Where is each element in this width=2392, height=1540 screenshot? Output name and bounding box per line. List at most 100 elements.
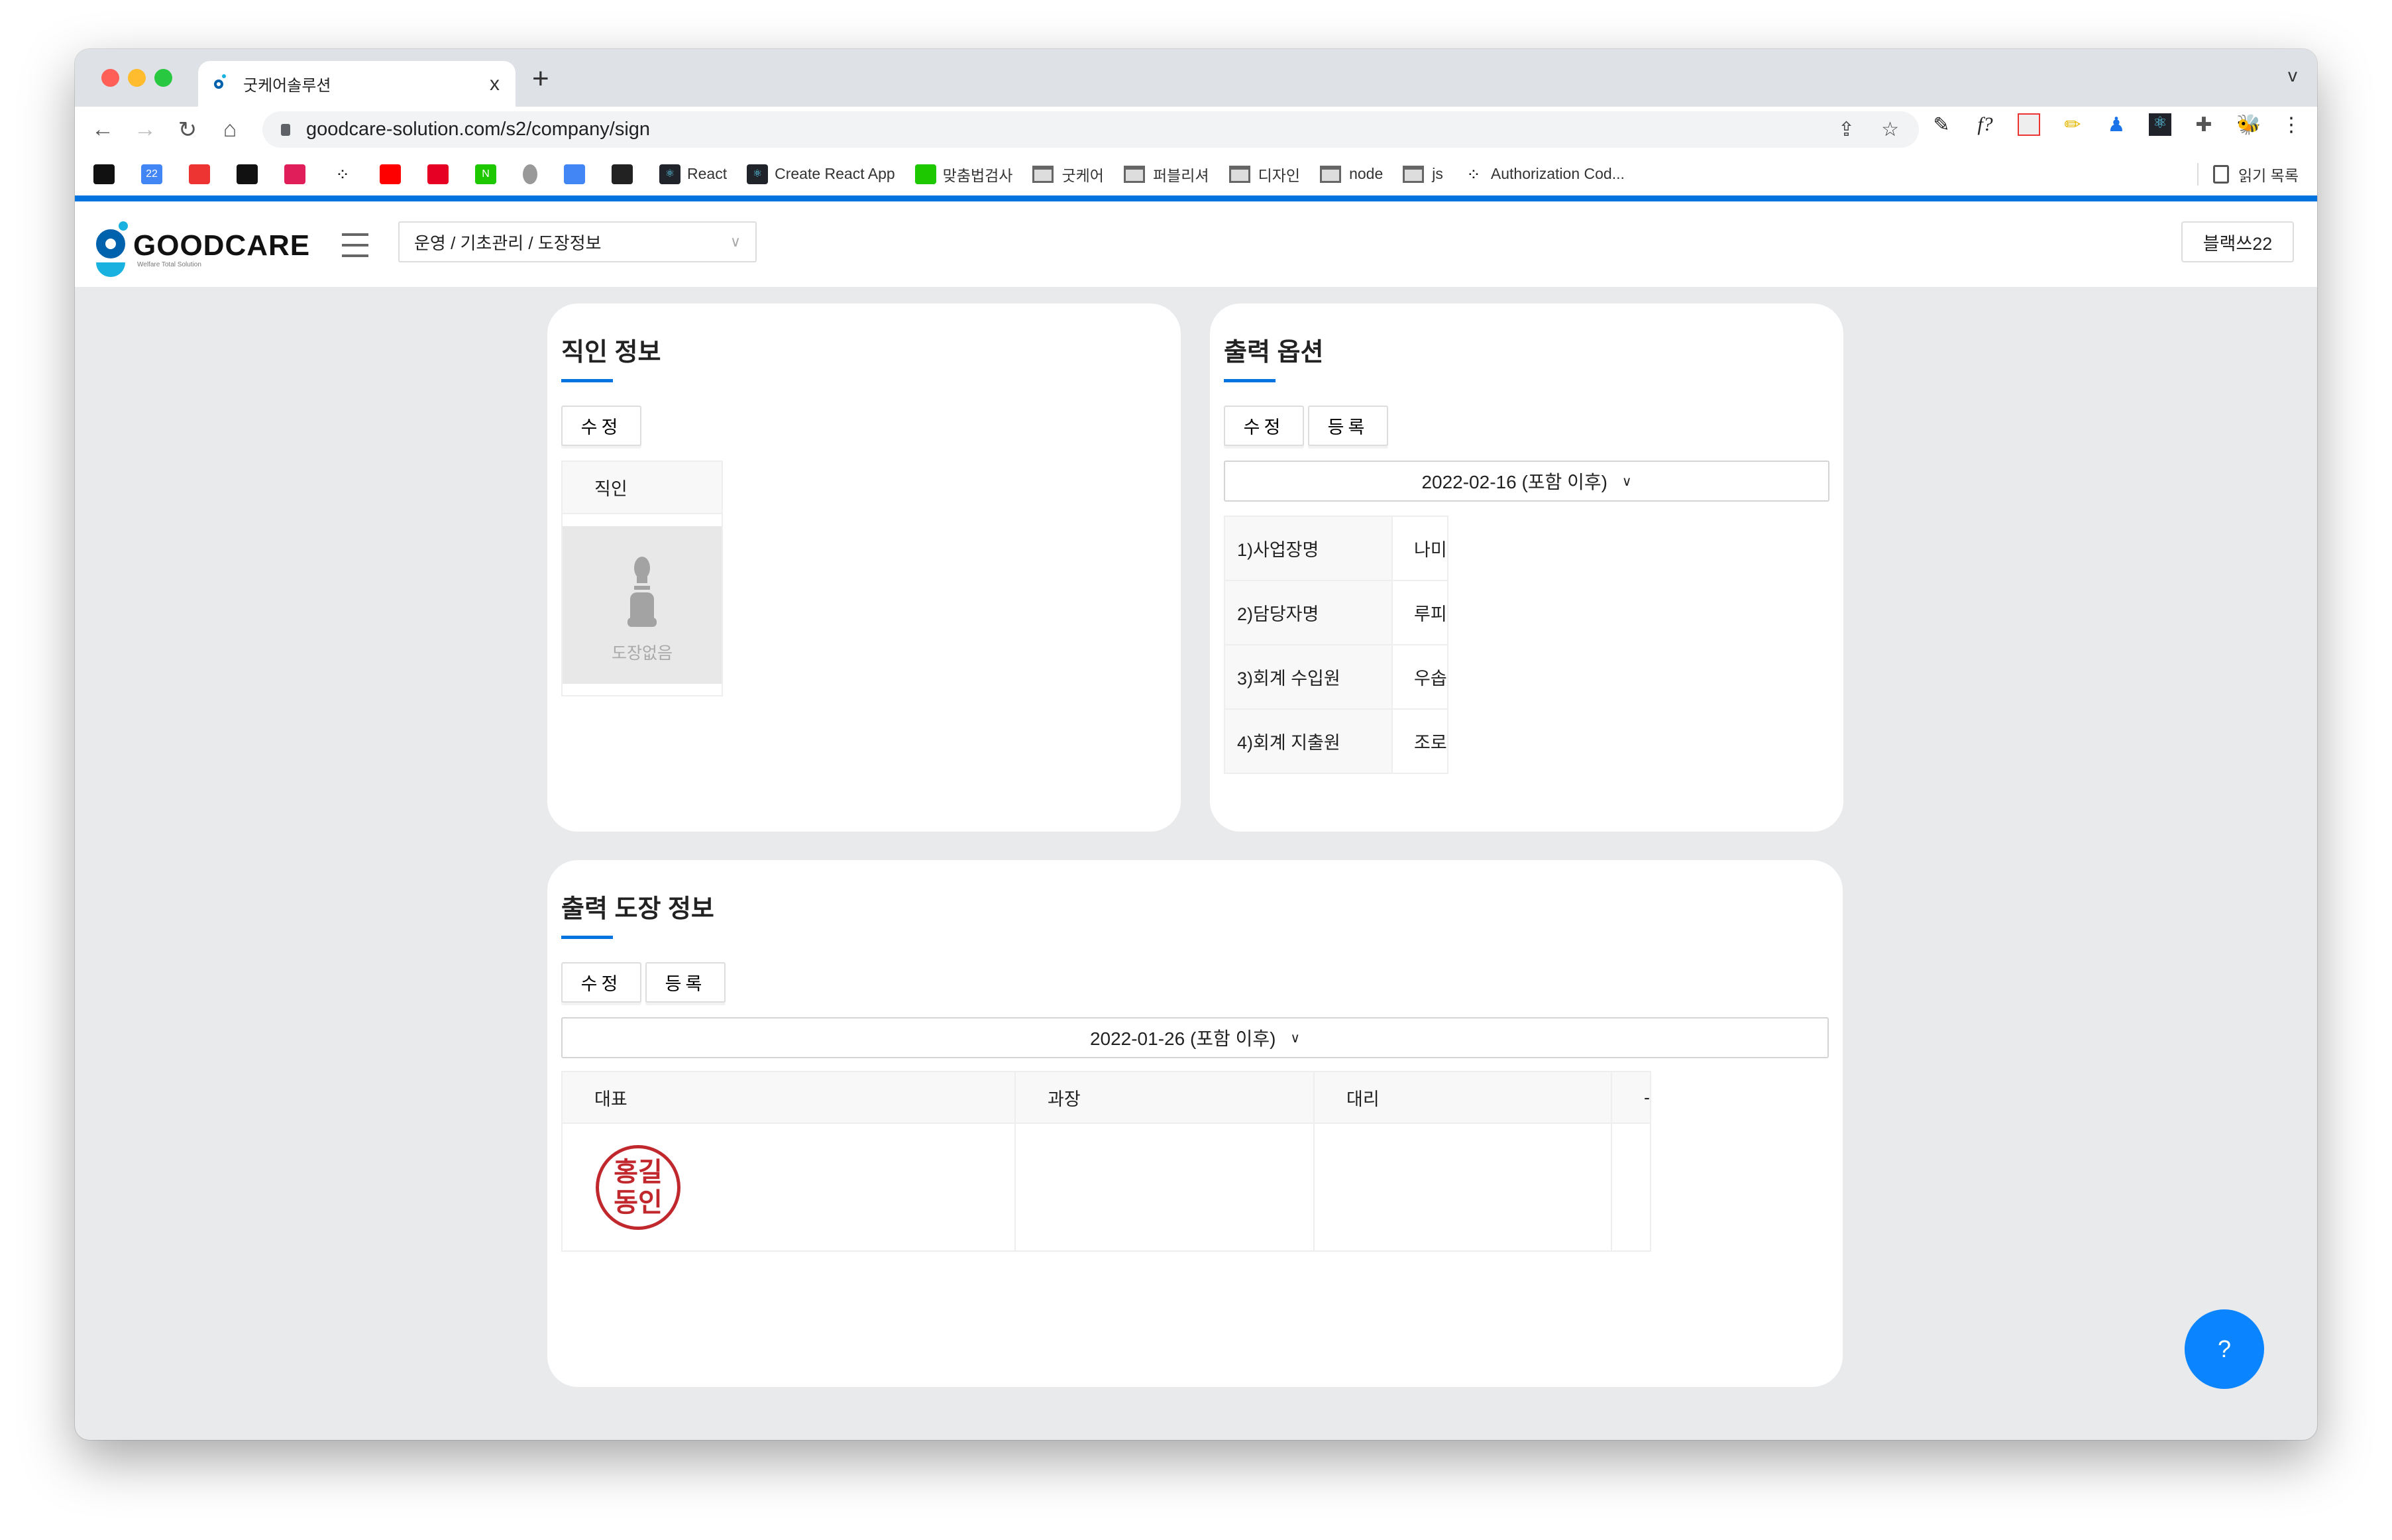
page-extension-icon[interactable] [2018, 113, 2040, 136]
extensions-puzzle-icon[interactable]: ✚ [2193, 113, 2215, 136]
stamp-cell [1014, 1123, 1315, 1252]
share-icon[interactable]: ⇪ [1838, 118, 1855, 141]
column-header: 대표 [561, 1071, 1016, 1124]
print-options-table: 1)사업장명 나미 2)담당자명 루피 3)회계 수입원 우솝 4)회계 지출원 조로 [1224, 516, 1448, 774]
bookmark-item[interactable] [380, 164, 408, 184]
bookmark-item[interactable] [237, 164, 264, 184]
bookmark-item[interactable]: node [1320, 165, 1383, 183]
bookmark-item[interactable]: ⁘ [332, 164, 360, 184]
seal-table: 직인 도장없음 [561, 461, 723, 696]
eyedropper-extension-icon[interactable]: ✎ [1930, 113, 1953, 136]
bookmark-item[interactable] [612, 164, 639, 184]
reload-icon[interactable]: ↻ [166, 117, 209, 143]
bookmark-item[interactable]: 퍼블리셔 [1123, 163, 1209, 186]
address-bar[interactable]: goodcare-solution.com/s2/company/sign ⇪ ☆ [262, 111, 1919, 148]
bookmark-item[interactable]: N [475, 164, 503, 184]
logo-subtitle: Welfare Total Solution [137, 261, 201, 268]
table-row: 4)회계 지출원 조로 [1224, 708, 1448, 774]
edit-button[interactable]: 수정 [1224, 406, 1304, 446]
url-text[interactable]: goodcare-solution.com/s2/company/sign [306, 119, 650, 140]
seal-column-header: 직인 [561, 461, 723, 514]
no-seal-label: 도장없음 [611, 643, 673, 663]
stamp-table: 대표 과장 대리 - 홍길 동인 [561, 1071, 1651, 1252]
naver-icon: N [475, 164, 496, 184]
bookmark-item[interactable]: js [1403, 165, 1443, 183]
date-select-value: 2022-02-16 (포함 이후) [1421, 472, 1607, 492]
breadcrumb-select[interactable]: 운영 / 기초관리 / 도장정보 ∨ [398, 221, 757, 262]
new-tab-button[interactable]: + [532, 62, 549, 95]
no-seal-placeholder: 도장없음 [563, 525, 722, 684]
bookmark-item[interactable]: ⚛ Create React App [747, 164, 895, 184]
app-icon [237, 164, 258, 184]
date-select[interactable]: 2022-01-26 (포함 이후) ∨ [561, 1017, 1829, 1058]
tab-goodcare[interactable]: 굿케어솔루션 x [198, 61, 516, 107]
bookmark-item[interactable] [189, 164, 217, 184]
maximize-window-button[interactable] [154, 69, 172, 87]
forward-arrow-icon[interactable]: → [124, 117, 166, 142]
react-devtools-icon[interactable]: ⚛ [2149, 113, 2171, 136]
folder-icon [1123, 165, 1145, 183]
title-underline [561, 379, 613, 382]
tab-search-chevron-icon[interactable]: v [2288, 65, 2297, 86]
goodcare-logo[interactable]: GOODCARE Welfare Total Solution [96, 221, 310, 277]
home-icon[interactable]: ⌂ [209, 117, 251, 142]
dots-icon: ⁘ [335, 164, 350, 184]
close-window-button[interactable] [101, 69, 119, 87]
stamp-cell: 홍길 동인 [561, 1123, 1016, 1252]
bookmark-item[interactable] [93, 164, 121, 184]
chevron-down-icon: ∨ [1621, 474, 1632, 489]
user-menu-button[interactable]: 블랙쓰22 [2181, 221, 2294, 262]
bookmark-item[interactable] [523, 164, 544, 184]
bookmark-item[interactable] [284, 164, 312, 184]
register-button[interactable]: 등록 [645, 962, 726, 1003]
column-header: 대리 [1313, 1071, 1612, 1124]
edit-button[interactable]: 수정 [561, 962, 641, 1003]
goodcare-logo-icon [96, 221, 129, 277]
hamburger-menu-icon[interactable] [342, 233, 368, 257]
tab-close-icon[interactable]: x [490, 73, 500, 95]
chart-extension-icon[interactable]: ♟ [2105, 113, 2128, 136]
table-row: 2)담당자명 루피 [1224, 580, 1448, 645]
table-row: 1)사업장명 나미 [1224, 516, 1448, 581]
bookmark-item[interactable]: 맞춤법검사 [914, 163, 1012, 186]
table-row: 3)회계 수입원 우솝 [1224, 644, 1448, 710]
minimize-window-button[interactable] [128, 69, 146, 87]
browser-window: 굿케어솔루션 x + v ← → ↻ ⌂ goodcare-solution.c… [75, 49, 2317, 1440]
bookmark-item[interactable] [427, 164, 455, 184]
edit-button[interactable]: 수정 [561, 406, 641, 446]
title-underline [561, 936, 613, 939]
column-header: - [1611, 1071, 1651, 1124]
title-underline [1224, 379, 1276, 382]
reading-list-button[interactable]: 읽기 목록 [2197, 162, 2299, 186]
folder-icon [1228, 165, 1250, 183]
tab-bar: 굿케어솔루션 x + v [75, 49, 2317, 107]
bookmark-label: 디자인 [1258, 166, 1301, 184]
bookmark-item[interactable]: ⚛ React [659, 164, 727, 184]
stamp-cell [1611, 1123, 1651, 1252]
option-label: 2)담당자명 [1224, 580, 1393, 645]
browser-menu-icon[interactable]: ⋮ [2280, 113, 2303, 136]
section-title: 출력 도장 정보 [561, 895, 714, 923]
bee-extension-icon[interactable]: 🐝 [2236, 113, 2261, 136]
bookmark-label: 퍼블리셔 [1152, 166, 1209, 184]
bookmark-item[interactable]: 디자인 [1228, 163, 1301, 186]
option-value: 나미 [1391, 516, 1448, 581]
chevron-down-icon: ∨ [730, 233, 741, 250]
register-button[interactable]: 등록 [1308, 406, 1388, 446]
date-select[interactable]: 2022-02-16 (포함 이후) ∨ [1224, 461, 1829, 502]
bookmark-star-icon[interactable]: ☆ [1881, 118, 1899, 141]
bookmark-item[interactable] [564, 164, 592, 184]
print-options-card: 출력 옵션 수정 등록 2022-02-16 (포함 이후) ∨ 1)사업장명 나… [1210, 303, 1843, 832]
bookmark-item[interactable]: 굿케어 [1032, 163, 1104, 186]
help-button[interactable]: ? [2185, 1309, 2264, 1389]
seal-cell: 도장없음 [561, 513, 723, 696]
back-arrow-icon[interactable]: ← [82, 117, 124, 142]
chevron-down-icon: ∨ [1290, 1030, 1301, 1046]
font-extension-icon[interactable]: f? [1974, 113, 1996, 136]
dots-icon: ⁘ [1466, 164, 1481, 184]
bookmark-item[interactable]: ⁘ Authorization Cod... [1463, 164, 1625, 184]
date-select-value: 2022-01-26 (포함 이후) [1089, 1028, 1276, 1049]
bookmark-item[interactable]: 22 [141, 164, 169, 184]
highlighter-extension-icon[interactable]: ✏ [2061, 113, 2084, 136]
translate-icon [564, 164, 585, 184]
